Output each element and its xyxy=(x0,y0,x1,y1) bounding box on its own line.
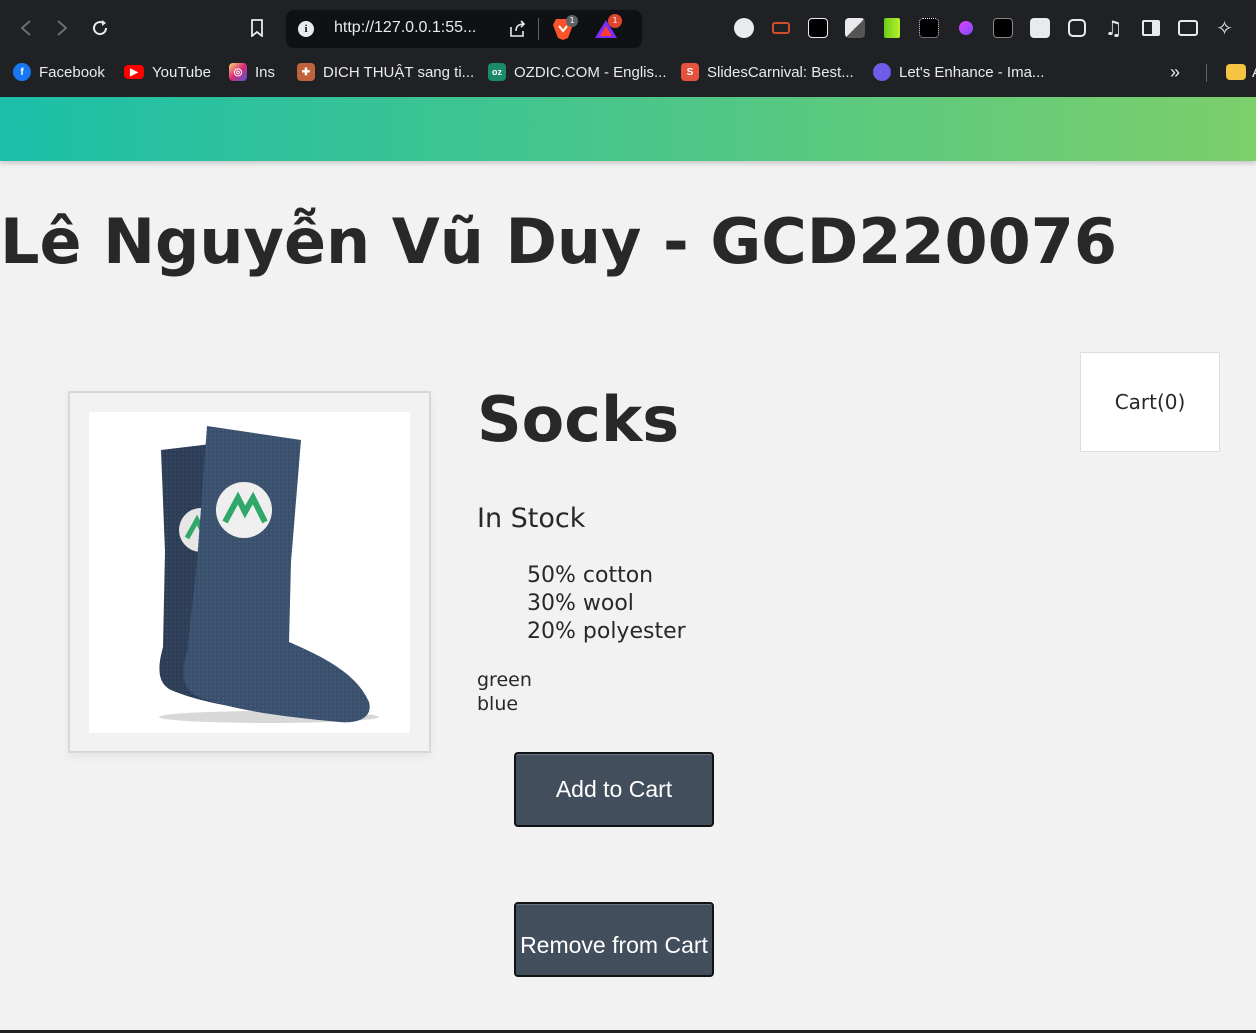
forward-icon[interactable] xyxy=(48,14,76,42)
detail-item: 20% polyester xyxy=(527,619,686,644)
extension-1-icon[interactable] xyxy=(725,16,762,40)
ozdic-icon: oz xyxy=(488,63,506,81)
bookmark-label: Ins xyxy=(255,63,276,81)
lets-enhance-icon xyxy=(873,63,891,81)
instagram-icon: ◎ xyxy=(229,63,247,81)
bookmark-label: YouTube xyxy=(152,63,211,81)
header-banner xyxy=(0,97,1256,161)
product-details-list: 50% cotton 30% wool 20% polyester xyxy=(527,562,686,646)
bookmark-label: Let's Enhance - Ima... xyxy=(899,63,1045,81)
bookmark-instagram[interactable]: ◎ Ins xyxy=(229,62,275,82)
bookmark-folder-label: A xyxy=(1252,64,1256,81)
extension-5-icon[interactable] xyxy=(873,16,910,40)
urlbar-divider xyxy=(538,18,539,40)
extensions-puzzle-icon[interactable] xyxy=(1058,16,1095,40)
back-icon[interactable] xyxy=(12,14,40,42)
reload-icon[interactable] xyxy=(86,14,114,42)
socks-image xyxy=(159,426,379,723)
variant-green[interactable]: green xyxy=(477,668,532,692)
add-to-cart-button[interactable]: Add to Cart xyxy=(514,752,714,827)
sidebar-toggle-icon[interactable] xyxy=(1132,16,1169,40)
bookmark-facebook[interactable]: f Facebook xyxy=(13,62,105,82)
browser-toolbar: i http://127.0.0.1:55... 1 1 ♫ ✧ xyxy=(0,4,1256,52)
address-bar[interactable]: i http://127.0.0.1:55... 1 1 xyxy=(286,10,642,48)
bookmark-dich-thuat[interactable]: ✚ DICH THUẬT sang ti... xyxy=(297,62,474,82)
detail-item: 50% cotton xyxy=(527,563,654,588)
variant-list: green blue xyxy=(477,668,532,716)
remove-from-cart-button[interactable]: Remove from Cart xyxy=(514,902,714,977)
bookmark-label: Facebook xyxy=(39,63,105,81)
extension-6-icon[interactable] xyxy=(910,16,947,40)
extension-3-icon[interactable] xyxy=(799,16,836,40)
rewards-badge: 1 xyxy=(608,14,622,28)
extension-2-icon[interactable] xyxy=(762,16,799,40)
slidescarnival-icon: S xyxy=(681,63,699,81)
product-image xyxy=(89,412,410,733)
extensions-row: ♫ ✧ xyxy=(725,16,1243,40)
bookmarks-overflow-icon[interactable]: » xyxy=(1170,62,1180,82)
product-image-frame xyxy=(68,391,431,753)
folder-icon xyxy=(1226,64,1246,80)
cart-label: Cart(0) xyxy=(1114,390,1186,414)
extension-9-icon[interactable] xyxy=(1021,16,1058,40)
site-info-icon[interactable]: i xyxy=(298,21,314,37)
detail-item: 30% wool xyxy=(527,591,634,616)
brave-shield-icon[interactable]: 1 xyxy=(552,15,578,45)
facebook-icon: f xyxy=(13,63,31,81)
wallet-icon[interactable] xyxy=(1169,16,1206,40)
leo-ai-icon[interactable]: ✧ xyxy=(1206,16,1243,40)
brave-shield-badge: 1 xyxy=(566,15,578,27)
share-icon[interactable] xyxy=(508,19,528,43)
url-text: http://127.0.0.1:55... xyxy=(334,19,477,36)
youtube-icon: ▶ xyxy=(124,65,144,79)
extension-7-icon[interactable] xyxy=(947,16,984,40)
bookmark-icon[interactable] xyxy=(243,14,271,42)
variant-blue[interactable]: blue xyxy=(477,692,532,716)
bookmark-label: DICH THUẬT sang ti... xyxy=(323,63,475,81)
browser-chrome: i http://127.0.0.1:55... 1 1 ♫ ✧ f Faceb… xyxy=(0,0,1256,97)
media-music-icon[interactable]: ♫ xyxy=(1095,16,1132,40)
cart-button[interactable]: Cart(0) xyxy=(1080,352,1220,452)
stock-status: In Stock xyxy=(477,503,586,534)
bookmark-lets-enhance[interactable]: Let's Enhance - Ima... xyxy=(873,62,1044,82)
bookmark-label: SlidesCarnival: Best... xyxy=(707,63,854,81)
bookmark-slidescarnival[interactable]: S SlidesCarnival: Best... xyxy=(681,62,854,82)
bookmarks-divider xyxy=(1206,64,1207,82)
bookmarks-bar: f Facebook ▶ YouTube ◎ Ins ✚ DICH THUẬT … xyxy=(0,58,1256,86)
extension-8-icon[interactable] xyxy=(984,16,1021,40)
bookmark-folder[interactable]: A xyxy=(1226,62,1256,82)
bookmark-label: OZDIC.COM - Englis... xyxy=(514,63,667,81)
page-title: Lê Nguyễn Vũ Duy - GCD220076 xyxy=(0,205,1118,278)
extension-4-icon[interactable] xyxy=(836,16,873,40)
bookmark-ozdic[interactable]: oz OZDIC.COM - Englis... xyxy=(488,62,667,82)
bookmark-youtube[interactable]: ▶ YouTube xyxy=(124,62,211,82)
product-name: Socks xyxy=(477,383,680,456)
dich-thuat-icon: ✚ xyxy=(297,63,315,81)
brave-rewards-icon[interactable]: 1 xyxy=(594,14,622,43)
